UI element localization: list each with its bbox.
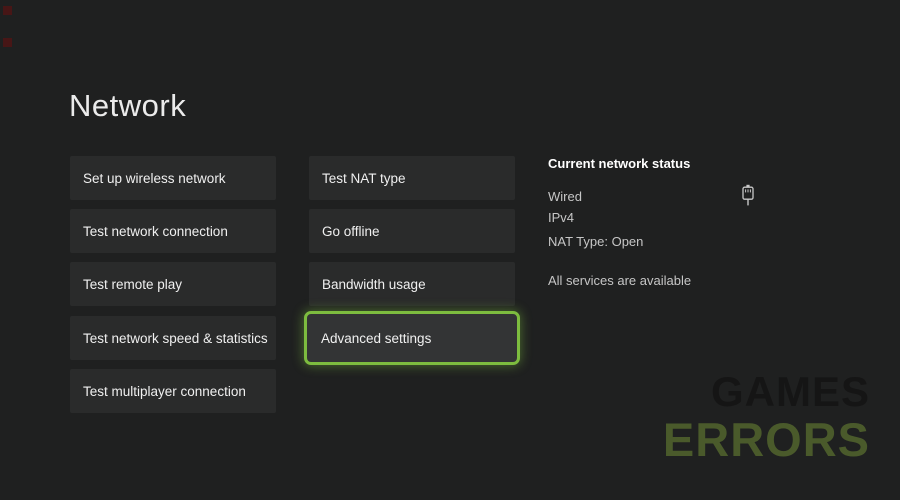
menu-button-test-network-speed-statistics[interactable]: Test network speed & statistics <box>70 316 276 360</box>
connection-type-label: Wired <box>548 189 582 204</box>
menu-button-test-multiplayer-connection[interactable]: Test multiplayer connection <box>70 369 276 413</box>
status-row-connection: Wired <box>548 186 755 206</box>
red-marker-top <box>3 6 12 15</box>
menu-button-test-nat-type[interactable]: Test NAT type <box>309 156 515 200</box>
ip-version-label: IPv4 <box>548 210 574 225</box>
menu-button-test-remote-play[interactable]: Test remote play <box>70 262 276 306</box>
menu-button-bandwidth-usage[interactable]: Bandwidth usage <box>309 262 515 306</box>
watermark-line-games: GAMES <box>663 371 870 413</box>
menu-button-advanced-settings[interactable]: Advanced settings <box>304 311 520 365</box>
menu-button-label: Test network connection <box>83 224 228 239</box>
menu-button-label: Go offline <box>322 224 380 239</box>
network-status-panel: Current network status Wired IPv4 NAT Ty… <box>548 156 755 296</box>
network-settings-screen: Network Set up wireless network Test net… <box>0 0 900 500</box>
ethernet-plug-icon <box>741 184 755 206</box>
menu-button-label: Advanced settings <box>321 331 431 346</box>
menu-button-label: Test remote play <box>83 277 182 292</box>
watermark-line-errors: ERRORS <box>663 416 870 463</box>
red-marker-bottom <box>3 38 12 47</box>
services-status-label: All services are available <box>548 273 691 288</box>
status-panel-title: Current network status <box>548 156 690 171</box>
menu-button-label: Set up wireless network <box>83 171 226 186</box>
menu-button-test-network-connection[interactable]: Test network connection <box>70 209 276 253</box>
menu-button-label: Test network speed & statistics <box>83 331 268 346</box>
menu-button-set-up-wireless-network[interactable]: Set up wireless network <box>70 156 276 200</box>
status-row-ip-version: IPv4 <box>548 210 755 225</box>
menu-button-go-offline[interactable]: Go offline <box>309 209 515 253</box>
menu-button-label: Test multiplayer connection <box>83 384 246 399</box>
menu-button-label: Test NAT type <box>322 171 406 186</box>
page-title: Network <box>69 88 186 124</box>
menu-button-label: Bandwidth usage <box>322 277 426 292</box>
status-row-services: All services are available <box>548 273 755 288</box>
status-row-nat-type: NAT Type: Open <box>548 234 755 249</box>
nat-type-label: NAT Type: Open <box>548 234 643 249</box>
games-errors-watermark: GAMES ERRORS <box>663 371 870 463</box>
